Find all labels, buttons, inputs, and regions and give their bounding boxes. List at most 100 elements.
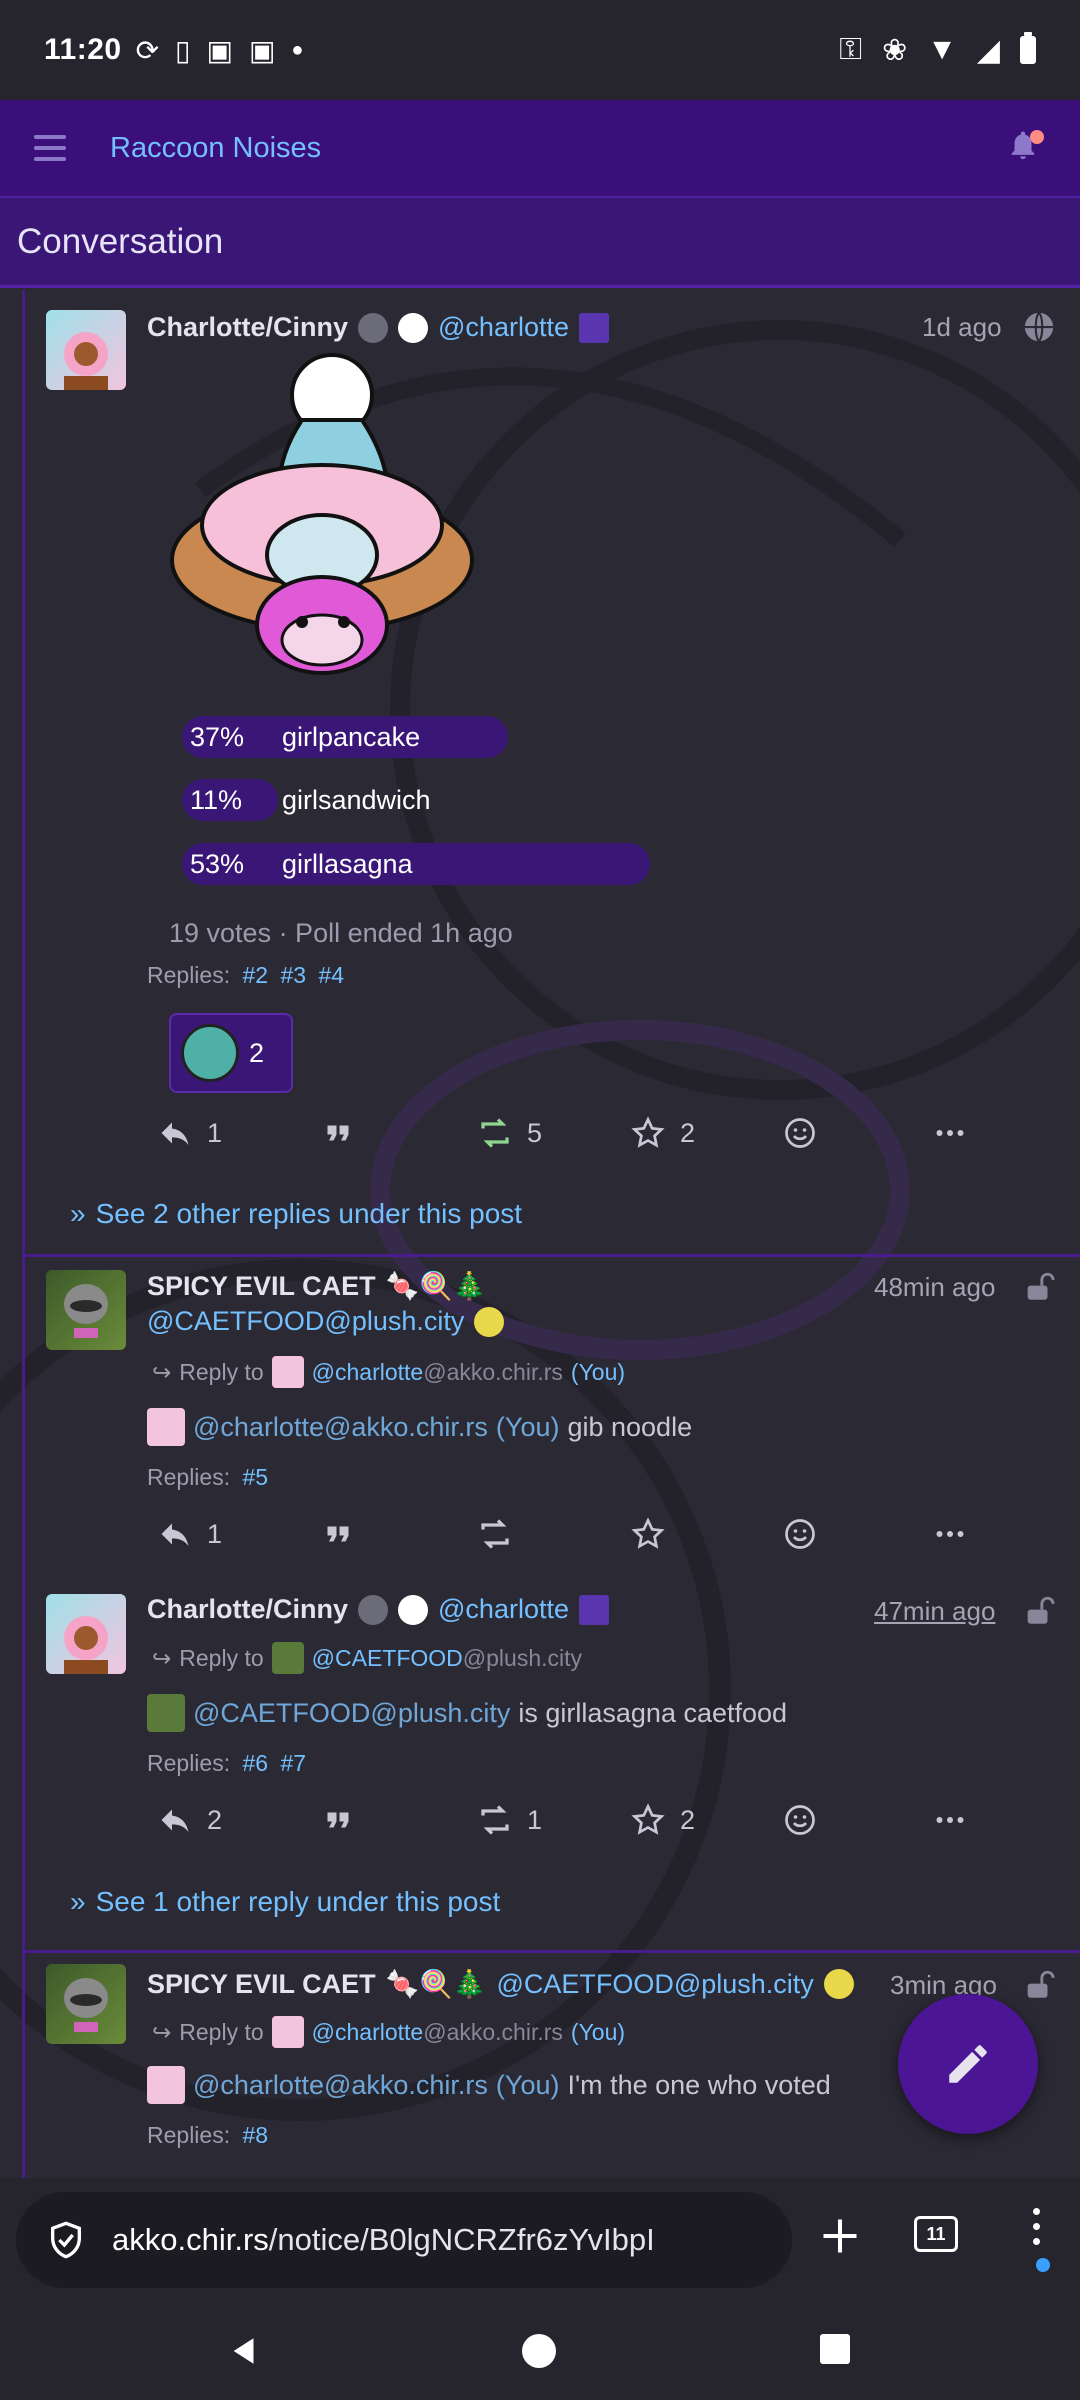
reply-to-line: ↪ Reply to @CAETFOOD @plush.city [152, 1642, 582, 1674]
avatar[interactable] [46, 310, 126, 390]
quote-button[interactable] [320, 1802, 356, 1838]
quote-button[interactable] [320, 1516, 356, 1552]
avatar[interactable] [46, 1594, 126, 1674]
retoot-count: 1 [527, 1804, 543, 1835]
reply-to-mention[interactable]: @charlotte [312, 1359, 424, 1386]
quote-icon [327, 1125, 349, 1141]
mention-avatar [147, 1408, 185, 1446]
retoot-button[interactable]: 1 [477, 1802, 542, 1838]
account-handle[interactable]: @charlotte [438, 1594, 569, 1625]
favorite-button[interactable]: 2 [630, 1115, 695, 1151]
see-more-replies-link[interactable]: » See 1 other reply under this post [70, 1886, 500, 1918]
poll-option: 37% girlpancake [182, 716, 508, 758]
unlock-icon [1027, 1970, 1055, 1998]
add-reaction-button[interactable] [782, 1802, 818, 1838]
avatar[interactable] [46, 1270, 126, 1350]
timeline[interactable]: Charlotte/Cinny @charlotte 1d ago 37% gi… [0, 290, 1080, 2178]
recents-icon[interactable] [820, 2334, 850, 2364]
system-nav-bar [0, 2300, 1080, 2400]
poll-percent: 53% [190, 848, 245, 879]
favorite-button[interactable] [630, 1516, 666, 1552]
reply-link[interactable]: #2 [243, 962, 269, 988]
conversation-header: Conversation [0, 198, 1080, 288]
post-time[interactable]: 47min ago [874, 1596, 995, 1627]
notifications-button[interactable] [1006, 128, 1046, 168]
display-name[interactable]: SPICY EVIL CAET [147, 1271, 376, 1302]
reply-to-mention[interactable]: @charlotte [312, 2019, 424, 2046]
post-sticker-image[interactable] [152, 340, 492, 700]
url-bar[interactable]: akko.chir.rs/notice/B0lgNCRZfr6zYvIbpI [16, 2192, 792, 2288]
avatar[interactable] [46, 1964, 126, 2044]
retoot-count: 5 [527, 1117, 543, 1148]
quote-icon [327, 1812, 349, 1828]
browser-menu-button[interactable] [1026, 2208, 1050, 2272]
emoji-reaction-button[interactable]: 2 [169, 1013, 293, 1093]
url-host: akko.chir.rs [112, 2222, 269, 2257]
account-handle[interactable]: @CAETFOOD@plush.city [147, 1306, 464, 1337]
site-title[interactable]: Raccoon Noises [110, 132, 321, 165]
reply-icon [161, 1809, 189, 1832]
more-button[interactable] [932, 1115, 968, 1151]
display-name[interactable]: SPICY EVIL CAET [147, 1969, 376, 2000]
favorite-count: 2 [680, 1804, 696, 1835]
body-you: (You) [495, 1411, 560, 1442]
post-body: @charlotte@akko.chir.rs (You) I'm the on… [147, 2066, 831, 2104]
compose-button[interactable] [898, 1994, 1038, 2134]
reply-to-mention[interactable]: @CAETFOOD [312, 1645, 463, 1672]
reply-button[interactable]: 1 [157, 1115, 222, 1151]
double-chevron-icon: » [70, 1198, 86, 1229]
reply-link[interactable]: #3 [280, 962, 306, 988]
more-icon [936, 1130, 964, 1136]
account-handle[interactable]: @charlotte [438, 312, 569, 343]
retoot-icon [481, 1118, 509, 1148]
body-mention[interactable]: @CAETFOOD@plush.city [193, 1698, 510, 1729]
quote-button[interactable] [320, 1115, 356, 1151]
account-handle[interactable]: @CAETFOOD@plush.city [496, 1969, 813, 2000]
back-icon[interactable] [228, 2334, 262, 2368]
see-more-replies-link[interactable]: » See 2 other replies under this post [70, 1198, 522, 1230]
reply-to-you: (You) [570, 2018, 626, 2045]
reply-link[interactable]: #7 [280, 1750, 306, 1776]
reply-arrow-icon: ↪ [152, 2018, 172, 2045]
reply-link[interactable]: #5 [243, 1464, 269, 1490]
menu-icon[interactable] [34, 135, 66, 161]
poll-option: 11% girlsandwich [182, 779, 431, 821]
see-more-label: See 1 other reply under this post [95, 1886, 501, 1917]
replies-label: Replies: [147, 1750, 231, 1776]
post-actions: 2 1 2 [22, 1802, 1080, 1852]
display-name[interactable]: Charlotte/Cinny [147, 1594, 348, 1625]
more-button[interactable] [932, 1516, 968, 1552]
reply-button[interactable]: 2 [157, 1802, 222, 1838]
body-mention[interactable]: @charlotte@akko.chir.rs [193, 1412, 488, 1443]
shield-icon[interactable] [46, 2220, 86, 2260]
reply-button[interactable]: 1 [157, 1516, 222, 1552]
sync-icon: ⟳ [135, 34, 160, 66]
reaction-count: 2 [249, 1037, 265, 1068]
favorite-button[interactable]: 2 [630, 1802, 695, 1838]
replies-label: Replies: [147, 2122, 231, 2148]
reply-icon [161, 1122, 189, 1145]
add-reaction-button[interactable] [782, 1115, 818, 1151]
reply-link[interactable]: #6 [243, 1750, 269, 1776]
custom-emoji-icon [358, 1594, 389, 1625]
poll-percent: 11% [190, 784, 243, 815]
tab-switcher-button[interactable]: 11 [914, 2216, 958, 2252]
new-tab-icon[interactable] [818, 2214, 862, 2258]
poll-meta: 19 votes · Poll ended 1h ago [169, 918, 513, 948]
post-time[interactable]: 48min ago [874, 1272, 995, 1303]
post-header: Charlotte/Cinny @charlotte [147, 312, 609, 343]
home-icon[interactable] [522, 2334, 556, 2368]
candy-emoji-icon: 🍬🍭🎄 [385, 1271, 487, 1301]
custom-emoji-icon [474, 1306, 505, 1337]
reply-link[interactable]: #8 [243, 2122, 269, 2148]
retoot-button[interactable]: 5 [477, 1115, 542, 1151]
reply-link[interactable]: #4 [318, 962, 344, 988]
globe-icon [1024, 312, 1054, 342]
retoot-button[interactable] [477, 1516, 513, 1552]
add-reaction-button[interactable] [782, 1516, 818, 1552]
display-name[interactable]: Charlotte/Cinny [147, 312, 348, 343]
post-time[interactable]: 1d ago [922, 312, 1002, 343]
body-mention[interactable]: @charlotte@akko.chir.rs [193, 2070, 488, 2101]
more-button[interactable] [932, 1802, 968, 1838]
body-text: gib noodle [567, 1411, 693, 1442]
